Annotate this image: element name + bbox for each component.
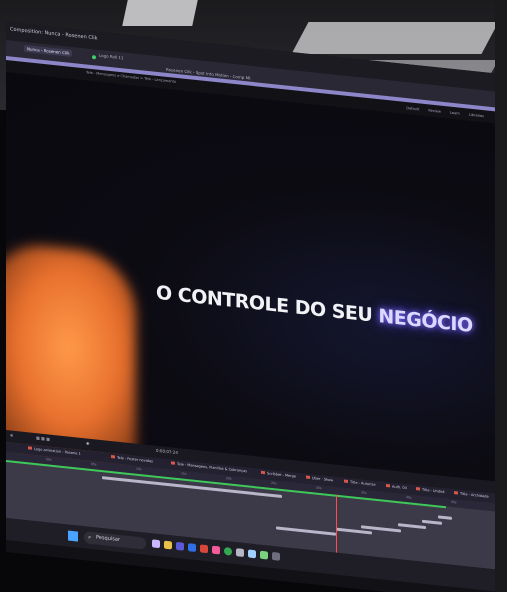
search-icon: ⌕ — [88, 533, 92, 541]
app-icon[interactable] — [260, 550, 268, 560]
tab-logo-roll[interactable]: Logo Roll 11 — [99, 53, 124, 61]
windows-start-icon[interactable] — [68, 530, 78, 542]
workspace-libraries[interactable]: Libraries — [469, 113, 484, 119]
workspace-review[interactable]: Review — [428, 108, 441, 113]
folder-icon[interactable] — [164, 540, 172, 550]
timeline-tab[interactable]: Title - Archidade — [454, 491, 489, 499]
ceiling-light — [122, 0, 198, 26]
monitor-screen: Composition: Nunca - Rosenen Clik Nunca … — [6, 22, 506, 592]
layer-bar[interactable] — [422, 519, 442, 525]
layer-bar[interactable] — [438, 515, 452, 520]
workspace-default[interactable]: Default — [406, 106, 419, 111]
layer-bar[interactable] — [276, 526, 336, 536]
workspace-learn[interactable]: Learn — [450, 111, 460, 116]
status-dot-icon — [92, 55, 96, 60]
magnify-icon[interactable]: ⊕ — [10, 432, 13, 437]
acrobat-icon[interactable] — [200, 544, 208, 554]
app-icon[interactable] — [236, 548, 244, 558]
after-effects-icon[interactable] — [176, 541, 184, 551]
timeline-tab[interactable]: Title - Undisk — [416, 487, 445, 494]
search-placeholder: Pesquisar — [96, 534, 120, 543]
headline-text: O CONTROLE DO SEU NEGÓCIO — [156, 282, 473, 337]
composition-viewer[interactable]: O CONTROLE DO SEU NEGÓCIO — [6, 72, 506, 485]
monitor-bezel — [495, 0, 507, 592]
app-icon[interactable] — [212, 545, 220, 555]
ceiling-light — [291, 22, 499, 54]
timeline-tab[interactable]: Title - Autorize — [344, 479, 376, 487]
timecode[interactable]: 0:00:07:24 — [156, 448, 178, 455]
monitor-photo: Composition: Nunca - Rosenen Clik Nunca … — [0, 0, 507, 592]
playhead[interactable] — [336, 494, 337, 553]
settings-icon[interactable] — [272, 551, 280, 561]
tab-composition[interactable]: Nunca - Rosenen Clik — [24, 44, 73, 57]
timeline-tab[interactable]: Auth. 04 — [386, 483, 407, 490]
chrome-icon[interactable] — [224, 546, 232, 556]
headline-main: O CONTROLE DO SEU — [156, 281, 373, 327]
grid-toggle-icon[interactable]: ▦ ▦ ▦ — [36, 435, 50, 441]
photoshop-icon[interactable] — [188, 543, 196, 552]
timeline-tab[interactable]: Tele - Poster novidas — [111, 455, 153, 463]
app-icon[interactable] — [248, 549, 256, 559]
timeline-tab[interactable]: Uber · Show — [306, 475, 333, 482]
app-icon[interactable] — [152, 539, 160, 549]
camera-icon[interactable]: ◉ — [86, 440, 90, 445]
taskbar-search[interactable]: ⌕ Pesquisar — [84, 531, 146, 550]
headline-highlight: NEGÓCIO — [378, 305, 473, 338]
layer-bar[interactable] — [398, 523, 426, 530]
timeline-tab[interactable]: Scribbet - Merge — [261, 470, 296, 478]
